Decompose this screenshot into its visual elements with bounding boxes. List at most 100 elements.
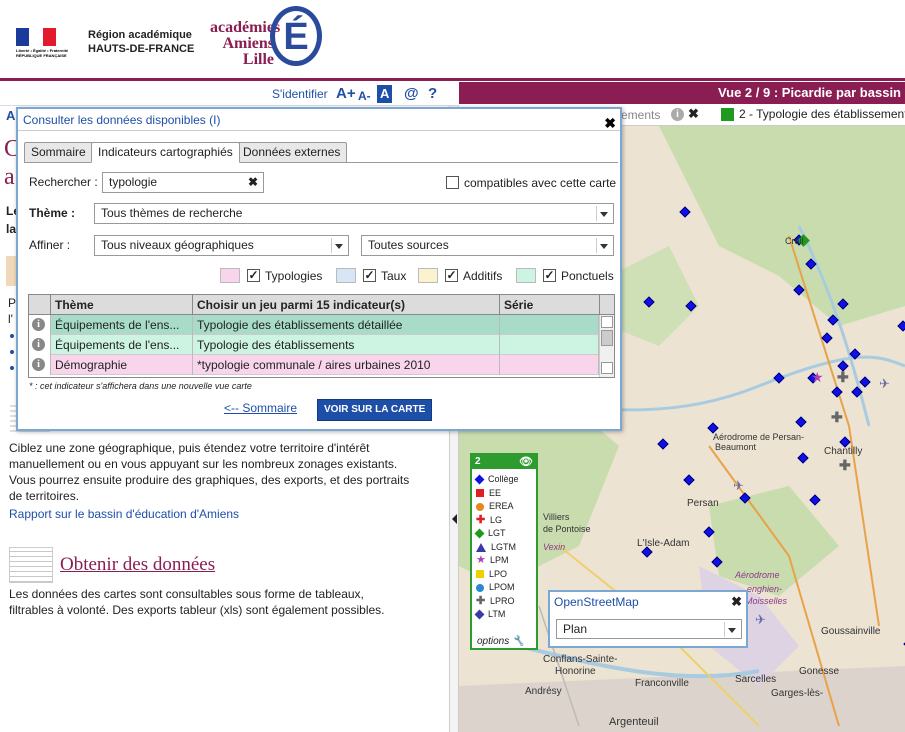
- row-serie: [500, 315, 599, 335]
- header-divider: [0, 78, 905, 81]
- info-icon[interactable]: i: [32, 318, 45, 331]
- lpro-cross-marker[interactable]: ✚: [839, 458, 851, 472]
- airport-icon: ✈: [755, 612, 766, 627]
- basemap-select-value: Plan: [563, 622, 588, 636]
- map-label-lisle: L'Isle-Adam: [637, 538, 690, 549]
- rapport-link[interactable]: Rapport sur le bassin d'éducation d'Amie…: [9, 507, 239, 521]
- legend-item-label: LG: [490, 514, 503, 525]
- lpro-cross-marker[interactable]: ✚: [831, 410, 843, 424]
- info-icon[interactable]: i: [32, 338, 45, 351]
- sommaire-link[interactable]: <-- Sommaire: [224, 401, 297, 415]
- lgtm-symbol-icon: [476, 542, 486, 552]
- contrast-button[interactable]: A: [377, 85, 393, 103]
- info-icon[interactable]: i: [32, 358, 45, 371]
- layer-prefix-text: ements: [621, 108, 661, 122]
- niveaux-select[interactable]: Tous niveaux géographiques: [94, 235, 349, 256]
- scroll-down-icon[interactable]: [601, 362, 613, 374]
- cibler-description: Ciblez une zone géographique, puis étend…: [9, 440, 409, 504]
- legend-item: ✚ LPRO: [476, 595, 515, 607]
- row-indicator: Typologie des établissements détaillée: [193, 315, 500, 335]
- legend-number: 2: [475, 456, 481, 467]
- region-line2: HAUTS-DE-FRANCE: [88, 43, 195, 55]
- row-info-cell[interactable]: i: [29, 355, 51, 375]
- collapse-arrow-icon[interactable]: [452, 514, 457, 524]
- table-row[interactable]: i Démographie *typologie communale / aires…: [29, 355, 599, 375]
- map-label-villiers: Villiers: [543, 512, 570, 522]
- theme-select[interactable]: Tous thèmes de recherche: [94, 203, 614, 224]
- filter-checkbox-ponctuels[interactable]: ✓: [543, 269, 556, 282]
- legend-item: LGT: [474, 527, 506, 539]
- layer-close-icon[interactable]: ✖: [688, 106, 699, 122]
- row-info-cell[interactable]: i: [29, 315, 51, 335]
- wrench-icon: 🔧: [512, 636, 525, 647]
- academies-logo[interactable]: académies Amiens Lille É: [210, 2, 322, 78]
- academies-line2: Amiens: [222, 35, 274, 52]
- legend-options-label: options: [477, 636, 510, 647]
- lpro-cross-marker[interactable]: ✚: [837, 370, 849, 384]
- close-icon[interactable]: ✖: [731, 594, 742, 610]
- indicator-table: Thème Choisir un jeu parmi 15 indicateur…: [28, 294, 615, 378]
- tab-sommaire[interactable]: Sommaire: [24, 142, 93, 163]
- close-icon[interactable]: ✖: [604, 112, 616, 134]
- legend-item: LGTM: [476, 541, 516, 553]
- legend-options-link[interactable]: options 🔧: [477, 636, 524, 647]
- clear-search-icon[interactable]: ✖: [248, 173, 258, 192]
- filter-checkbox-additifs[interactable]: ✓: [445, 269, 458, 282]
- legend-item: EE: [476, 487, 501, 499]
- row-serie: [500, 335, 599, 355]
- accessibility-toolbar: S'identifier A+ A- A @ ?: [0, 82, 459, 106]
- tab-indicateurs[interactable]: Indicateurs cartographiés: [91, 142, 240, 163]
- filter-checkbox-typologies[interactable]: ✓: [247, 269, 260, 282]
- layer-name: 2 - Typologie des établissements: [739, 107, 905, 121]
- chevron-down-icon: [724, 622, 739, 637]
- filter-label-taux: Taux: [381, 269, 407, 283]
- data-dialog: Consulter les données disponibles (I) ✖ …: [16, 107, 622, 431]
- marianne-logo: Liberté • Égalité • Fraternité RÉPUBLIQU…: [16, 28, 70, 62]
- eye-icon[interactable]: 👁: [519, 455, 533, 469]
- obtenir-donnees-link[interactable]: Obtenir des données: [60, 554, 215, 576]
- legend-item-label: LGTM: [491, 541, 517, 552]
- row-indicator: *typologie communale / aires urbaines 20…: [193, 355, 500, 375]
- help-icon[interactable]: ?: [428, 85, 437, 103]
- row-info-cell[interactable]: i: [29, 335, 51, 355]
- dialog-title-text: Consulter les données disponibles (I): [23, 113, 221, 127]
- sources-select[interactable]: Toutes sources: [361, 235, 614, 256]
- font-increase-button[interactable]: A+: [336, 85, 356, 103]
- map-label-aerodrome4: enghien-: [747, 584, 783, 594]
- footnote: * : cet indicateur s'affichera dans une …: [29, 381, 252, 391]
- map-label-vexin: Vexin: [543, 542, 566, 552]
- search-input[interactable]: typologie ✖: [102, 172, 264, 193]
- cibler-line: manuellement ou en vous appuyant sur les…: [9, 457, 398, 471]
- map-label-argenteuil: Argenteuil: [609, 716, 659, 728]
- tab-donnees-externes[interactable]: Données externes: [236, 142, 348, 163]
- column-header-serie[interactable]: Série: [500, 295, 600, 315]
- column-header-theme[interactable]: Thème: [51, 295, 193, 315]
- contact-at-icon[interactable]: @: [404, 85, 419, 103]
- bullet: [10, 366, 14, 370]
- column-header-indicator[interactable]: Choisir un jeu parmi 15 indicateur(s): [193, 295, 500, 315]
- cibler-line: Vous pourrez ensuite produire des graphi…: [9, 473, 410, 487]
- table-icon: [9, 547, 53, 583]
- scroll-thumb[interactable]: [601, 330, 613, 346]
- lpm-star-marker[interactable]: ★: [811, 370, 824, 384]
- table-scrollbar[interactable]: [599, 315, 614, 377]
- compat-checkbox[interactable]: [446, 176, 459, 189]
- font-decrease-button[interactable]: A-: [358, 87, 371, 105]
- filter-checkbox-taux[interactable]: ✓: [363, 269, 376, 282]
- table-row[interactable]: i Équipements de l'ens... Typologie des ét…: [29, 315, 599, 335]
- voir-sur-carte-button[interactable]: VOIR SUR LA CARTE: [317, 399, 433, 421]
- legend-item: ★ LPM: [476, 554, 509, 566]
- partial-text-l: l': [8, 312, 13, 326]
- login-link[interactable]: S'identifier: [272, 87, 328, 101]
- table-row[interactable]: i Équipements de l'ens... Typologie des ét…: [29, 335, 599, 355]
- cibler-line: Ciblez une zone géographique, puis étend…: [9, 441, 370, 455]
- obtenir-line: Les données des cartes sont consultables…: [9, 587, 364, 601]
- map-label-sarcelles: Sarcelles: [735, 674, 777, 685]
- chevron-down-icon: [596, 206, 611, 221]
- scroll-up-icon[interactable]: [601, 316, 613, 328]
- filter-swatch-typologies: [220, 268, 240, 283]
- bullet: [10, 334, 14, 338]
- layer-info-icon[interactable]: i: [671, 108, 684, 121]
- basemap-select[interactable]: Plan: [556, 619, 742, 639]
- map-label-franconville: Franconville: [635, 678, 689, 689]
